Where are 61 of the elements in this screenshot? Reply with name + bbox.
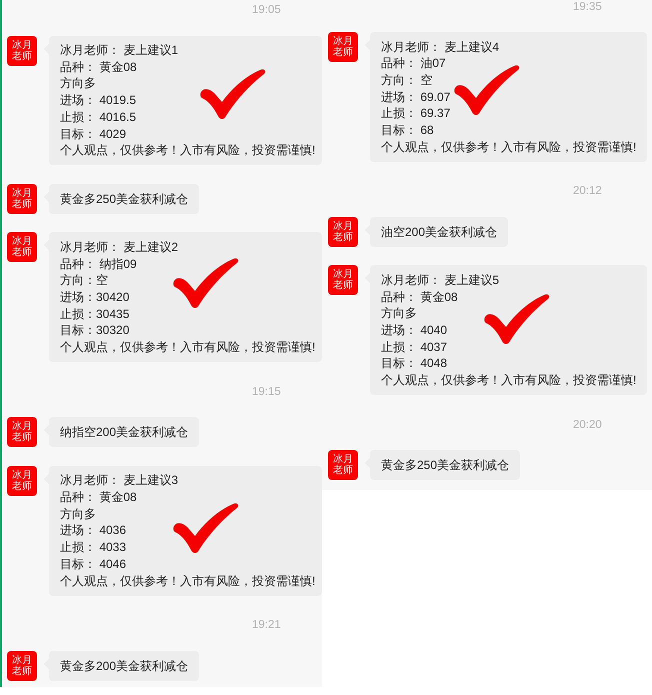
- checkmark-icon: [173, 257, 239, 310]
- message-line: 方向： 空: [381, 72, 432, 89]
- message-line: 进场：30420: [60, 289, 130, 306]
- message-line: 个人观点，仅供参考！入市有风险，投资需谨慎!: [60, 339, 316, 356]
- sender-avatar: 冰月老师: [7, 184, 37, 214]
- message-time: 20:12: [573, 185, 602, 198]
- message-line: 方向多: [60, 506, 96, 522]
- message-line: 品种： 纳指09: [60, 256, 137, 272]
- message-line: 方向多: [381, 305, 417, 322]
- chat-bubble: 黄金多250美金获利减仓: [44, 184, 200, 214]
- message-line: 进场： 4040: [381, 322, 448, 339]
- message-line: 进场： 4036: [60, 522, 126, 540]
- message-line: 目标：30320: [60, 322, 130, 340]
- message-line: 止损： 69.37: [381, 105, 450, 122]
- sender-avatar: 冰月老师: [328, 450, 358, 480]
- message-time: 20:20: [573, 418, 602, 432]
- message-time: 19:35: [573, 0, 602, 14]
- message-line: 冰月老师： 麦上建议5: [381, 272, 500, 289]
- checkmark-icon: [200, 68, 266, 120]
- message-line: 进场： 69.07: [381, 88, 450, 106]
- message-line: 个人观点，仅供参考！入市有风险，投资需谨慎!: [381, 372, 636, 389]
- message-line: 品种： 油07: [381, 55, 446, 72]
- message-line: 目标： 4046: [60, 556, 126, 573]
- message-line: 进场： 4019.5: [60, 92, 136, 109]
- checkmark-icon: [454, 64, 520, 116]
- message-line: 冰月老师： 麦上建议4: [381, 38, 500, 56]
- message-line: 品种： 黄金08: [60, 58, 137, 76]
- sender-avatar: 冰月老师: [7, 650, 37, 681]
- message-line: 方向：空: [60, 272, 108, 290]
- sender-avatar: 冰月老师: [328, 265, 358, 296]
- message-line: 止损： 4033: [60, 539, 126, 556]
- message-time: 19:05: [252, 4, 281, 17]
- sender-avatar: 冰月老师: [7, 466, 37, 496]
- chat-bubble: 黄金多250美金获利减仓: [365, 450, 520, 480]
- message-line: 冰月老师： 麦上建议2: [60, 238, 178, 256]
- chat-bubble: 纳指空200美金获利减仓: [44, 417, 200, 448]
- message-line: 目标： 68: [381, 122, 434, 139]
- checkmark-icon: [173, 502, 239, 554]
- message-line: 品种： 黄金08: [60, 489, 137, 506]
- message-line: 冰月老师： 麦上建议1: [60, 42, 178, 59]
- message-line: 方向多: [60, 75, 96, 92]
- checkmark-icon: [484, 293, 550, 346]
- chat-bubble: 油空200美金获利减仓: [365, 216, 508, 247]
- message-time: 19:21: [252, 619, 281, 632]
- message-line: 目标： 4048: [381, 355, 448, 372]
- message-line: 个人观点，仅供参考！入市有风险，投资需谨慎!: [60, 572, 316, 590]
- message-time: 19:15: [252, 386, 281, 399]
- message-line: 冰月老师： 麦上建议3: [60, 472, 178, 490]
- message-line: 品种： 黄金08: [381, 288, 458, 306]
- sender-avatar: 冰月老师: [328, 216, 358, 247]
- message-line: 个人观点，仅供参考！入市有风险，投资需谨慎!: [381, 138, 636, 156]
- message-line: 止损：30435: [60, 306, 130, 322]
- message-line: 目标： 4029: [60, 126, 126, 142]
- message-line: 个人观点，仅供参考！入市有风险，投资需谨慎!: [60, 142, 316, 159]
- sender-avatar: 冰月老师: [7, 232, 37, 262]
- message-line: 止损： 4037: [381, 338, 448, 356]
- sender-avatar: 冰月老师: [7, 36, 37, 66]
- chat-bubble: 黄金多200美金获利减仓: [44, 650, 200, 681]
- sender-avatar: 冰月老师: [7, 417, 37, 448]
- message-line: 止损： 4016.5: [60, 108, 136, 126]
- sender-avatar: 冰月老师: [328, 32, 358, 62]
